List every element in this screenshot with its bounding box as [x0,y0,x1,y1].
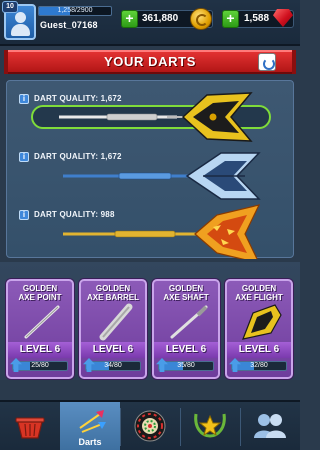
part-progress-bar: 34/80 [85,361,141,371]
axe-shaft-icon [170,305,208,339]
coin-balance: + 361,880 [121,8,213,30]
gem-icon [273,9,293,27]
part-progress-text: 25/80 [31,362,49,369]
part-card-shaft[interactable]: GOLDEN AXE SHAFT LEVEL 6 35/80 [152,279,220,379]
part-level-label: LEVEL 6 [19,344,61,355]
nav-shop[interactable] [0,402,60,450]
part-card-flight[interactable]: GOLDEN AXE FLIGHT LEVEL 6 32/80 [225,279,293,379]
part-name-line1: GOLDEN [168,284,204,293]
friends-icon [254,414,286,438]
part-progress-bar: 25/80 [12,361,68,371]
coin-amount: 361,880 [142,13,179,24]
part-card-barrel[interactable]: GOLDEN AXE BARREL LEVEL 6 34/80 [79,279,147,379]
part-level-label: LEVEL 6 [165,344,207,355]
part-progress-text: 34/80 [104,362,122,369]
part-card-point[interactable]: GOLDEN AXE POINT LEVEL 6 25/80 [6,279,74,379]
nav-darts-label: Darts [78,437,102,447]
part-level-bar: LEVEL 6 [227,342,291,358]
nav-play[interactable] [120,402,180,450]
golden-axe-dart-image [59,92,253,142]
nav-leaderboard[interactable] [180,402,240,450]
trophy-icon [194,413,226,438]
dart-parts-section: GOLDEN AXE POINT LEVEL 6 25/80 GOLDEN AX… [0,262,300,380]
avatar-head [15,12,26,23]
part-progress-bar: 35/80 [158,361,214,371]
part-level-bar: LEVEL 6 [154,342,218,358]
bottom-navigation: Darts [0,400,300,450]
part-level-label: LEVEL 6 [92,344,134,355]
part-name-line2: AXE FLIGHT [235,293,283,302]
gem-balance: + 1,588 [222,9,294,28]
player-username: Guest_07168 [40,20,98,30]
nav-friends[interactable] [240,402,300,450]
part-name-line2: AXE POINT [18,293,62,302]
part-name-line2: AXE BARREL [86,293,139,302]
top-bar: 10 1,258/2900 Guest_07168 + 361,880 + 1,… [0,0,300,46]
part-level-label: LEVEL 6 [238,344,280,355]
blue-dart-image [63,152,261,200]
refresh-settings-button[interactable] [258,53,276,71]
add-coins-button[interactable]: + [121,10,138,28]
part-name-line1: GOLDEN [95,284,131,293]
orange-dart-image [63,204,261,259]
dart-list-panel: i DART QUALITY: 1,672 i DART QUALITY: 1,… [6,80,295,259]
part-name-line1: GOLDEN [22,284,58,293]
part-progress-text: 32/80 [250,362,268,369]
part-level-bar: LEVEL 6 [8,342,72,358]
axe-point-icon [24,305,60,339]
dart-row[interactable]: i DART QUALITY: 1,672 [7,143,295,201]
nav-darts[interactable]: Darts [60,402,120,450]
avatar-body [11,24,30,36]
part-name-line2: AXE SHAFT [163,293,209,302]
part-progress-bar: 32/80 [231,361,287,371]
coin-icon [190,8,212,30]
basket-icon [15,417,45,439]
xp-progress-bar: 1,258/2900 [38,6,112,16]
part-name-line1: GOLDEN [241,284,277,293]
gem-amount: 1,588 [244,13,270,24]
dart-row[interactable]: i DART QUALITY: 988 [7,201,295,259]
add-gems-button[interactable]: + [222,10,239,28]
part-level-bar: LEVEL 6 [81,342,145,358]
player-level-badge: 10 [2,1,18,13]
dart-row[interactable]: i DART QUALITY: 1,672 [7,85,295,143]
xp-progress-text: 1,258/2900 [57,7,93,14]
page-title: YOUR DARTS [104,54,196,69]
axe-flight-icon [242,304,282,340]
dartboard-icon [134,410,166,442]
section-banner: YOUR DARTS [8,50,292,74]
part-progress-text: 35/80 [177,362,195,369]
axe-barrel-icon [99,303,133,341]
